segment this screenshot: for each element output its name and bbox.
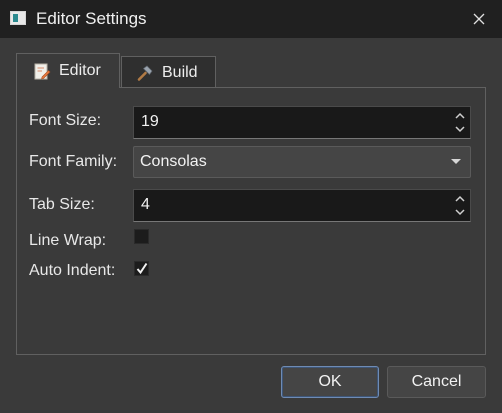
font-size-spinbox[interactable]: 19 <box>133 106 471 139</box>
line-wrap-label: Line Wrap: <box>29 232 107 249</box>
editor-tab-panel: Font Size: 19 Font Family: Consolas Tab … <box>16 87 486 355</box>
auto-indent-label: Auto Indent: <box>29 262 116 279</box>
checkmark-icon <box>136 262 148 275</box>
font-family-value: Consolas <box>140 153 207 170</box>
close-button[interactable] <box>462 4 496 34</box>
font-size-decrement-button[interactable] <box>453 123 467 136</box>
auto-indent-checkbox[interactable] <box>134 261 149 276</box>
tab-build[interactable]: Build <box>121 56 216 88</box>
app-window-icon <box>10 11 26 25</box>
ok-button[interactable]: OK <box>281 366 379 398</box>
tab-size-value: 4 <box>141 196 150 213</box>
font-size-increment-button[interactable] <box>453 109 467 122</box>
chevron-down-icon <box>455 209 465 216</box>
font-family-label: Font Family: <box>29 153 118 170</box>
tab-size-spinbox[interactable]: 4 <box>133 189 471 222</box>
editor-settings-dialog: Editor Settings Editor Build Font Size: … <box>0 0 502 413</box>
dropdown-arrow-icon <box>451 159 461 164</box>
tab-size-label: Tab Size: <box>29 196 95 213</box>
pencil-note-icon <box>34 63 51 80</box>
tab-build-label: Build <box>162 63 198 81</box>
window-title: Editor Settings <box>36 9 147 28</box>
font-family-dropdown[interactable]: Consolas <box>133 146 471 178</box>
chevron-down-icon <box>455 126 465 133</box>
tab-size-increment-button[interactable] <box>453 192 467 205</box>
tab-size-decrement-button[interactable] <box>453 206 467 219</box>
tab-editor[interactable]: Editor <box>16 53 120 88</box>
hammer-icon <box>137 65 153 81</box>
cancel-button[interactable]: Cancel <box>387 366 486 398</box>
chevron-up-icon <box>455 195 465 202</box>
font-size-value: 19 <box>141 113 159 130</box>
font-size-label: Font Size: <box>29 112 102 129</box>
chevron-up-icon <box>455 112 465 119</box>
line-wrap-checkbox[interactable] <box>134 229 149 244</box>
tab-editor-label: Editor <box>59 62 101 79</box>
close-icon <box>473 13 485 25</box>
tab-widget: Editor Build Font Size: 19 Font Family: … <box>0 38 502 413</box>
title-bar[interactable]: Editor Settings <box>0 0 502 38</box>
